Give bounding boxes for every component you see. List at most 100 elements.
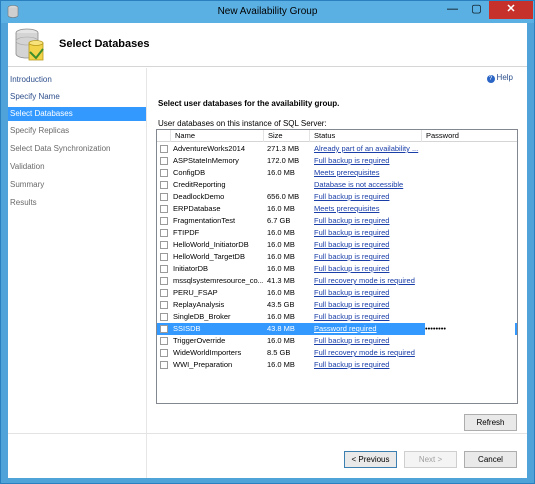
table-row[interactable]: DeadlockDemo 656.0 MB Full backup is requi… (157, 191, 517, 203)
password-input[interactable] (425, 191, 515, 203)
status-link[interactable]: Full recovery mode is required (314, 275, 422, 287)
password-input[interactable] (425, 167, 515, 179)
password-input[interactable] (425, 203, 515, 215)
table-row[interactable]: ReplayAnalysis 43.5 GB Full backup is requ… (157, 299, 517, 311)
password-input[interactable] (425, 275, 515, 287)
password-input[interactable] (425, 239, 515, 251)
row-checkbox[interactable] (160, 313, 168, 321)
row-checkbox[interactable] (160, 289, 168, 297)
status-link[interactable]: Database is not accessible (314, 179, 422, 191)
table-row[interactable]: AdventureWorks2014 271.3 MB Already part o… (157, 143, 517, 155)
row-checkbox[interactable] (160, 241, 168, 249)
password-input[interactable] (425, 227, 515, 239)
row-checkbox[interactable] (160, 349, 168, 357)
password-input[interactable] (425, 347, 515, 359)
status-link[interactable]: Full backup is required (314, 359, 422, 371)
password-input[interactable] (425, 359, 515, 371)
table-row[interactable]: InitiatorDB 16.0 MB Full backup is require… (157, 263, 517, 275)
status-link[interactable]: Full backup is required (314, 263, 422, 275)
cancel-button[interactable]: Cancel (464, 451, 517, 468)
status-link[interactable]: Full recovery mode is required (314, 347, 422, 359)
table-row[interactable]: ERPDatabase 16.0 MB Meets prerequisites (157, 203, 517, 215)
row-checkbox[interactable] (160, 265, 168, 273)
password-input[interactable] (425, 215, 515, 227)
sidebar-item-select-databases[interactable]: Select Databases (8, 107, 146, 121)
maximize-button[interactable]: ▢ (465, 1, 488, 19)
row-checkbox[interactable] (160, 169, 168, 177)
table-row[interactable]: FragmentationTest 6.7 GB Full backup is re… (157, 215, 517, 227)
password-input[interactable] (425, 155, 515, 167)
row-checkbox[interactable] (160, 181, 168, 189)
password-input[interactable] (425, 263, 515, 275)
column-header-password[interactable]: Password (422, 130, 517, 142)
table-row[interactable]: ConfigDB 16.0 MB Meets prerequisites (157, 167, 517, 179)
sidebar-item-results[interactable]: Results (8, 196, 146, 210)
database-name-cell: ASPStateInMemory (173, 156, 239, 165)
help-link[interactable]: ? Help (486, 73, 513, 83)
status-link[interactable]: Full backup is required (314, 155, 422, 167)
row-checkbox[interactable] (160, 193, 168, 201)
status-link[interactable]: Full backup is required (314, 311, 422, 323)
row-checkbox[interactable] (160, 217, 168, 225)
column-header-size[interactable]: Size (264, 130, 310, 142)
row-checkbox[interactable] (160, 229, 168, 237)
sidebar-item-specify-name[interactable]: Specify Name (8, 90, 146, 104)
table-row[interactable]: ASPStateInMemory 172.0 MB Full backup is r… (157, 155, 517, 167)
password-input[interactable] (425, 251, 515, 263)
password-input[interactable] (425, 299, 515, 311)
previous-button[interactable]: < Previous (344, 451, 397, 468)
sidebar-item-specify-replicas[interactable]: Specify Replicas (8, 124, 146, 138)
status-link[interactable]: Full backup is required (314, 239, 422, 251)
table-row[interactable]: CreditReporting Database is not accessibl… (157, 179, 517, 191)
password-input[interactable]: •••••••• (425, 323, 515, 335)
minimize-button[interactable]: — (441, 1, 464, 19)
refresh-button[interactable]: Refresh (464, 414, 517, 431)
status-link[interactable]: Full backup is required (314, 191, 422, 203)
table-row[interactable]: PERU_FSAP 16.0 MB Full backup is required (157, 287, 517, 299)
password-input[interactable] (425, 179, 515, 191)
row-checkbox[interactable] (160, 277, 168, 285)
row-checkbox[interactable] (160, 325, 168, 333)
status-link[interactable]: Full backup is required (314, 251, 422, 263)
status-link[interactable]: Meets prerequisites (314, 167, 422, 179)
password-input[interactable] (425, 287, 515, 299)
table-row[interactable]: WideWorldImporters 8.5 GB Full recovery mo… (157, 347, 517, 359)
database-name-cell: AdventureWorks2014 (173, 144, 245, 153)
password-input[interactable] (425, 335, 515, 347)
table-row[interactable]: TriggerOverride 16.0 MB Full backup is req… (157, 335, 517, 347)
sidebar-item-select-data-synchronization[interactable]: Select Data Synchronization (8, 142, 146, 156)
table-row[interactable]: WWI_Preparation 16.0 MB Full backup is req… (157, 359, 517, 371)
table-row[interactable]: HelloWorld_TargetDB 16.0 MB Full backup is… (157, 251, 517, 263)
database-grid[interactable]: Name Size Status Password AdventureWorks… (156, 129, 518, 404)
row-checkbox[interactable] (160, 253, 168, 261)
status-link[interactable]: Password required (314, 323, 422, 335)
sidebar-item-introduction[interactable]: Introduction (8, 73, 146, 87)
sidebar-item-validation[interactable]: Validation (8, 160, 146, 174)
row-checkbox[interactable] (160, 145, 168, 153)
status-link[interactable]: Full backup is required (314, 287, 422, 299)
row-checkbox[interactable] (160, 301, 168, 309)
status-link[interactable]: Already part of an availability ... (314, 143, 422, 155)
sidebar-item-summary[interactable]: Summary (8, 178, 146, 192)
row-checkbox[interactable] (160, 157, 168, 165)
next-button[interactable]: Next > (404, 451, 457, 468)
table-row[interactable]: FTIPDF 16.0 MB Full backup is required (157, 227, 517, 239)
row-checkbox[interactable] (160, 205, 168, 213)
table-row[interactable]: SingleDB_Broker 16.0 MB Full backup is req… (157, 311, 517, 323)
status-link[interactable]: Full backup is required (314, 335, 422, 347)
row-checkbox[interactable] (160, 337, 168, 345)
table-row[interactable]: HelloWorld_InitiatorDB 16.0 MB Full backup… (157, 239, 517, 251)
status-link[interactable]: Meets prerequisites (314, 203, 422, 215)
database-name-cell: FragmentationTest (173, 216, 236, 225)
row-checkbox[interactable] (160, 361, 168, 369)
column-header-status[interactable]: Status (310, 130, 422, 142)
table-row[interactable]: mssqlsystemresource_co... 41.3 MB Full rec… (157, 275, 517, 287)
column-header-name[interactable]: Name (171, 130, 264, 142)
table-row[interactable]: SSISDB 43.8 MB Password required •••••••• (157, 323, 517, 335)
password-input[interactable] (425, 143, 515, 155)
password-input[interactable] (425, 311, 515, 323)
close-button[interactable]: ✕ (489, 1, 533, 19)
status-link[interactable]: Full backup is required (314, 227, 422, 239)
status-link[interactable]: Full backup is required (314, 299, 422, 311)
status-link[interactable]: Full backup is required (314, 215, 422, 227)
